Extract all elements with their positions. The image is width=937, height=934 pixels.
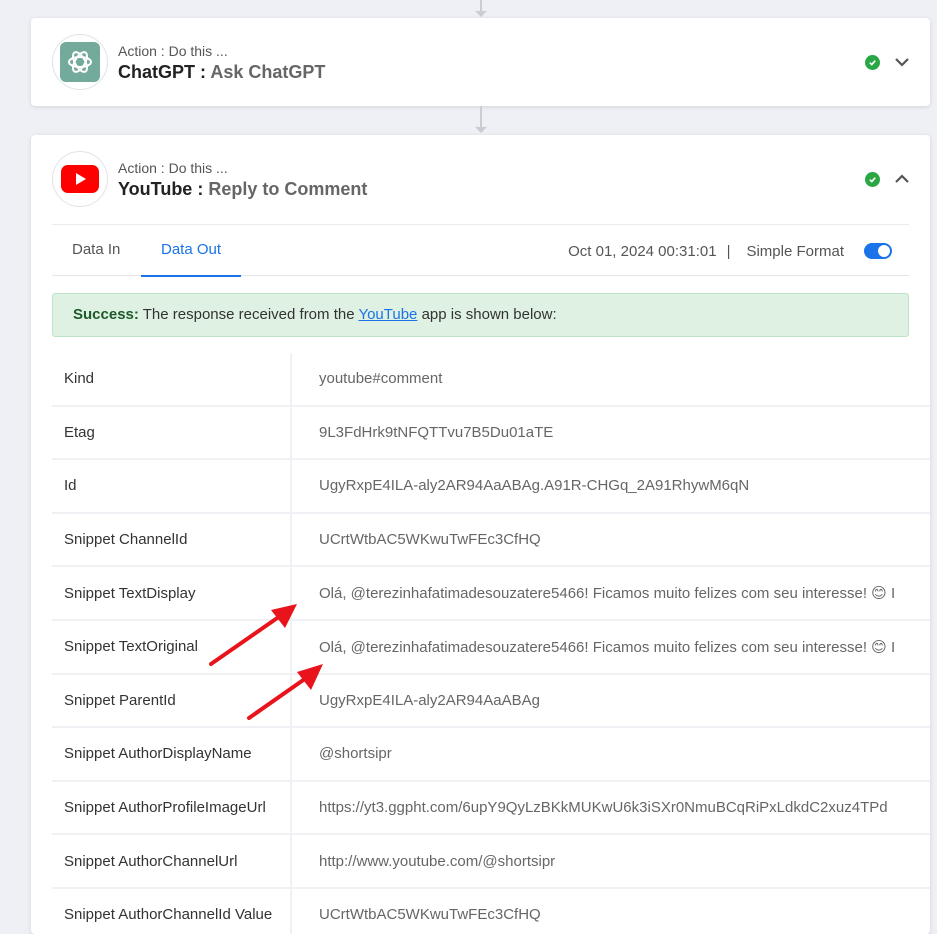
response-timestamp: Oct 01, 2024 00:31:01 — [568, 242, 717, 260]
field-value: 9L3FdHrk9tNFQTTvu7B5Du01aTE — [319, 423, 554, 441]
field-value: https://yt3.ggpht.com/6upY9QyLzBKkMUKwU6… — [319, 799, 888, 817]
table-row: Etag 9L3FdHrk9tNFQTTvu7B5Du01aTE — [52, 406, 930, 461]
field-value: @shortsipr — [319, 745, 392, 763]
table-row: Snippet TextDisplay Olá, @terezinhafatima… — [52, 567, 930, 621]
field-key: Etag — [52, 406, 292, 459]
step-event-name: Ask ChatGPT — [210, 62, 326, 82]
field-key: Snippet ParentId — [52, 674, 292, 727]
response-table: Kind youtube#comment Etag 9L3FdHrk9tNFQTTv… — [52, 353, 930, 934]
field-key: Snippet TextDisplay — [52, 567, 292, 619]
field-key: Snippet AuthorChannelId Value — [52, 888, 292, 934]
field-key: Snippet AuthorChannelUrl — [52, 835, 292, 887]
table-row: Snippet ChannelId UCrtWtbAC5WKwuTwFEc3CfH… — [52, 513, 930, 568]
table-row: Snippet ParentId UgyRxpE4ILA-aly2AR94AaAB… — [52, 674, 930, 729]
table-row: Snippet AuthorProfileImageUrl https://yt3… — [52, 781, 930, 836]
field-key: Snippet TextOriginal — [52, 620, 292, 673]
youtube-app-link[interactable]: YouTube — [358, 306, 417, 323]
step-card-youtube[interactable]: Action : Do this ... YouTube : Reply to … — [31, 135, 930, 934]
tab-data-in[interactable]: Data In — [52, 225, 140, 277]
field-key: Snippet AuthorProfileImageUrl — [52, 781, 292, 834]
field-value: UgyRxpE4ILA-aly2AR94AaABAg.A91R-CHGq_2A9… — [319, 477, 750, 495]
field-key: Kind — [52, 353, 292, 405]
success-label: Success: — [73, 306, 139, 323]
step-header[interactable]: Action : Do this ... ChatGPT : Ask ChatG… — [31, 18, 930, 106]
check-circle-icon — [865, 172, 880, 187]
connector-line — [475, 0, 487, 17]
step-app-name: ChatGPT — [118, 62, 196, 82]
table-row: Snippet AuthorChannelId Value UCrtWtbAC5W… — [52, 888, 930, 934]
step-header[interactable]: Action : Do this ... YouTube : Reply to … — [31, 135, 930, 223]
field-key: Id — [52, 460, 292, 512]
step-card-chatgpt[interactable]: Action : Do this ... ChatGPT : Ask ChatG… — [31, 18, 930, 106]
action-label: Action : Do this ... — [118, 43, 228, 59]
table-row: Kind youtube#comment — [52, 353, 930, 407]
connector-line — [475, 106, 487, 133]
field-value: Olá, @terezinhafatimadesouzatere5466! Fi… — [319, 585, 896, 603]
data-tabs: Data In Data Out Oct 01, 2024 00:31:01 |… — [52, 224, 909, 277]
field-value: http://www.youtube.com/@shortsipr — [319, 852, 556, 870]
response-meta: Oct 01, 2024 00:31:01 | Simple Format — [568, 225, 909, 277]
step-title: ChatGPT : Ask ChatGPT — [118, 62, 325, 83]
banner-text-post: app is shown below: — [417, 306, 557, 323]
simple-format-toggle[interactable] — [864, 243, 892, 259]
success-banner: Success: The response received from the … — [52, 293, 909, 337]
chevron-down-icon[interactable] — [891, 51, 913, 73]
field-value: UCrtWtbAC5WKwuTwFEc3CfHQ — [319, 531, 541, 549]
field-value: Olá, @terezinhafatimadesouzatere5466! Fi… — [319, 638, 896, 656]
step-title: YouTube : Reply to Comment — [118, 179, 367, 200]
chevron-up-icon[interactable] — [891, 168, 913, 190]
tab-data-out[interactable]: Data Out — [141, 225, 242, 277]
table-row: Snippet TextOriginal Olá, @terezinhafatim… — [52, 620, 930, 675]
simple-format-label: Simple Format — [746, 242, 844, 260]
table-row: Snippet AuthorDisplayName @shortsipr — [52, 728, 930, 782]
title-separator: : — [192, 179, 209, 199]
table-row: Snippet AuthorChannelUrl http://www.youtu… — [52, 835, 930, 889]
step-event-name: Reply to Comment — [208, 179, 368, 199]
field-value: youtube#comment — [319, 370, 443, 388]
youtube-logo-icon — [52, 151, 108, 207]
field-key: Snippet ChannelId — [52, 513, 292, 566]
check-circle-icon — [865, 55, 880, 70]
step-app-name: YouTube — [118, 179, 193, 199]
field-key: Snippet AuthorDisplayName — [52, 728, 292, 780]
table-row: Id UgyRxpE4ILA-aly2AR94AaABAg.A91R-CHGq_2… — [52, 460, 930, 514]
banner-text-pre: The response received from the — [138, 306, 359, 323]
chatgpt-logo-icon — [52, 34, 108, 90]
field-value: UCrtWtbAC5WKwuTwFEc3CfHQ — [319, 906, 541, 924]
action-label: Action : Do this ... — [118, 160, 228, 176]
title-separator: : — [195, 62, 211, 82]
field-value: UgyRxpE4ILA-aly2AR94AaABAg — [319, 691, 540, 709]
meta-divider: | — [726, 242, 731, 260]
